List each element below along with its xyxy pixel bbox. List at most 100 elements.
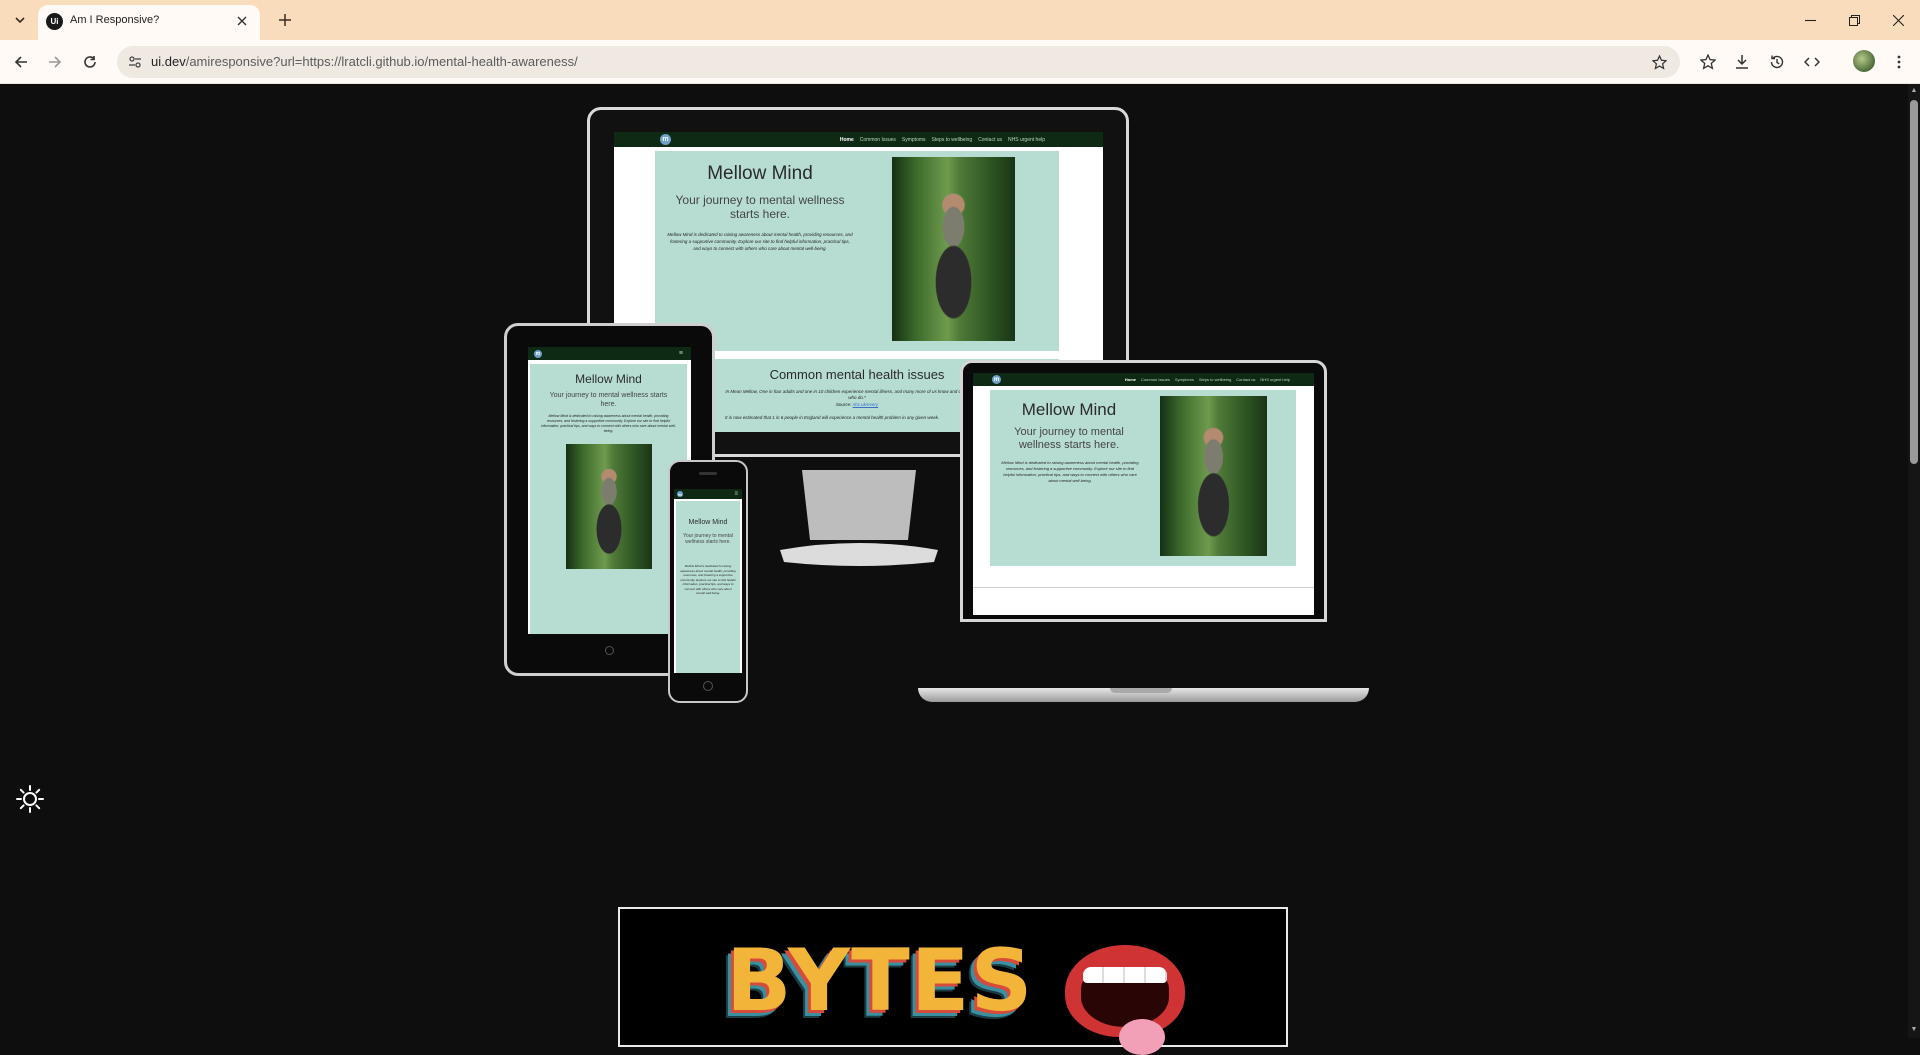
close-icon bbox=[1892, 14, 1904, 26]
arrow-left-icon bbox=[14, 56, 27, 68]
section-source-link[interactable]: nhs.uk/every bbox=[853, 402, 879, 407]
more-vertical-icon bbox=[1897, 55, 1901, 69]
site-hero: Mellow Mind Your journey to mental welln… bbox=[530, 364, 687, 634]
site-hero-intro: Mellow Mind is dedicated to raising awar… bbox=[680, 564, 736, 595]
browser-toolbar: ui.dev/amiresponsive?url=https://lratcli… bbox=[0, 40, 1920, 84]
tab-title: Am I Responsive? bbox=[70, 14, 160, 26]
new-tab-button[interactable] bbox=[272, 7, 298, 33]
page-scrollbar[interactable]: ▲ ▼ bbox=[1908, 84, 1920, 1038]
scroll-up-arrow-icon[interactable]: ▲ bbox=[1910, 87, 1918, 95]
reload-button[interactable] bbox=[76, 48, 104, 76]
section-source: Source: nhs.uk/every bbox=[725, 402, 989, 408]
url-path: /amiresponsive?url=https://lratcli.githu… bbox=[185, 54, 578, 69]
meditation-photo bbox=[1160, 396, 1267, 556]
active-tab[interactable]: Ui Am I Responsive? bbox=[38, 5, 260, 40]
bookmarks-button[interactable] bbox=[1695, 49, 1721, 75]
restore-icon bbox=[1848, 14, 1860, 26]
divider bbox=[973, 587, 1314, 588]
scroll-thumb[interactable] bbox=[1910, 100, 1918, 464]
sun-icon bbox=[16, 785, 44, 813]
laptop-preview: m Home Common Issues Symptoms Steps to w… bbox=[973, 373, 1314, 615]
minimize-icon bbox=[1804, 19, 1816, 21]
nav-link-contact[interactable]: Contact us bbox=[978, 137, 1002, 143]
monitor-stand bbox=[780, 470, 938, 566]
home-button bbox=[703, 681, 713, 691]
phone-speaker bbox=[699, 472, 717, 475]
bookmark-star-button[interactable] bbox=[1648, 51, 1670, 73]
nav-link-steps[interactable]: Steps to wellbeing bbox=[1199, 377, 1231, 382]
site-hero-intro: Mellow Mind is dedicated to raising awar… bbox=[1001, 460, 1139, 483]
minimize-button[interactable] bbox=[1788, 4, 1832, 36]
nav-link-symptoms[interactable]: Symptoms bbox=[1175, 377, 1194, 382]
nav-link-nhs[interactable]: NHS urgent help bbox=[1008, 137, 1045, 143]
theme-toggle-button[interactable] bbox=[14, 783, 46, 815]
site-hero: Mellow Mind Your journey to mental welln… bbox=[990, 390, 1296, 566]
download-icon bbox=[1736, 55, 1748, 69]
site-navbar: m ≡ bbox=[674, 489, 742, 499]
site-logo-icon: m bbox=[660, 134, 671, 145]
site-logo-icon: m bbox=[992, 375, 1001, 384]
site-logo-icon: m bbox=[534, 349, 542, 358]
browser-menu-button[interactable] bbox=[1886, 49, 1912, 75]
hamburger-menu-icon[interactable]: ≡ bbox=[679, 350, 683, 357]
downloads-button[interactable] bbox=[1729, 49, 1755, 75]
meditation-photo bbox=[566, 444, 652, 569]
site-info-button[interactable] bbox=[126, 53, 144, 71]
bytes-logo-text: BYTES bbox=[726, 931, 1034, 1031]
section-text-1: In Mean Mellow, One in four adults and o… bbox=[725, 389, 989, 400]
url-host: ui.dev bbox=[151, 54, 186, 69]
site-hero-tagline: Your journey to mental wellness starts h… bbox=[549, 392, 668, 408]
site-hero-title: Mellow Mind bbox=[1021, 400, 1117, 419]
site-hero-intro: Mellow Mind is dedicated to raising awar… bbox=[540, 414, 676, 433]
star-icon bbox=[1651, 54, 1667, 70]
nav-link-steps[interactable]: Steps to wellbeing bbox=[932, 137, 973, 143]
bytes-newsletter-banner[interactable]: BYTES bbox=[618, 907, 1288, 1055]
back-button[interactable] bbox=[7, 48, 35, 76]
site-hero-intro: Mellow Mind is dedicated to raising awar… bbox=[667, 232, 853, 251]
devtools-button[interactable] bbox=[1799, 49, 1825, 75]
forward-button[interactable] bbox=[41, 48, 69, 76]
reload-icon bbox=[84, 56, 96, 68]
site-navbar: m ≡ bbox=[528, 347, 691, 360]
tab-search-button[interactable] bbox=[8, 8, 32, 32]
url-text: ui.dev/amiresponsive?url=https://lratcli… bbox=[151, 54, 578, 69]
code-icon bbox=[1804, 57, 1820, 67]
nav-link-home[interactable]: Home bbox=[840, 137, 854, 143]
history-button[interactable] bbox=[1764, 49, 1790, 75]
mouth-logo-icon bbox=[1065, 945, 1185, 1055]
site-hero-title: Mellow Mind bbox=[688, 519, 728, 526]
phone-preview: m ≡ Mellow Mind Your journey to mental w… bbox=[674, 489, 742, 673]
site-hero-tagline: Your journey to mental wellness starts h… bbox=[1014, 426, 1124, 451]
meditation-photo bbox=[892, 157, 1015, 341]
scroll-down-arrow-icon[interactable]: ▼ bbox=[1910, 1026, 1918, 1034]
close-window-button[interactable] bbox=[1876, 4, 1920, 36]
site-hero-title: Mellow Mind bbox=[575, 372, 642, 386]
restore-button[interactable] bbox=[1832, 4, 1876, 36]
site-hero-title: Mellow Mind bbox=[707, 163, 813, 184]
site-navbar: m Home Common Issues Symptoms Steps to w… bbox=[973, 373, 1314, 386]
close-icon bbox=[237, 16, 247, 26]
nav-link-common-issues[interactable]: Common Issues bbox=[1141, 377, 1170, 382]
hamburger-menu-icon[interactable]: ≡ bbox=[734, 491, 738, 497]
tab-strip: Ui Am I Responsive? bbox=[0, 0, 1920, 40]
tongue bbox=[1119, 1019, 1165, 1055]
nav-link-contact[interactable]: Contact us bbox=[1236, 377, 1255, 382]
bookmark-star-outline-icon bbox=[1700, 54, 1716, 70]
profile-avatar[interactable] bbox=[1853, 50, 1875, 72]
site-nav-links: Home Common Issues Symptoms Steps to wel… bbox=[1125, 377, 1290, 382]
plus-icon bbox=[279, 14, 291, 26]
nav-link-symptoms[interactable]: Symptoms bbox=[902, 137, 926, 143]
ui-dev-favicon-icon: Ui bbox=[46, 13, 63, 30]
address-bar[interactable]: ui.dev/amiresponsive?url=https://lratcli… bbox=[117, 46, 1680, 78]
laptop-frame: m Home Common Issues Symptoms Steps to w… bbox=[960, 360, 1327, 622]
site-hero-tagline: Your journey to mental wellness starts h… bbox=[683, 533, 733, 545]
nav-link-home[interactable]: Home bbox=[1125, 377, 1136, 382]
site-hero: Mellow Mind Your journey to mental welln… bbox=[655, 151, 1059, 351]
close-tab-button[interactable] bbox=[232, 11, 252, 31]
site-hero-tagline: Your journey to mental wellness starts h… bbox=[675, 193, 845, 221]
nav-link-common-issues[interactable]: Common Issues bbox=[860, 137, 896, 143]
teeth bbox=[1083, 967, 1167, 983]
nav-link-nhs[interactable]: NHS urgent help bbox=[1260, 377, 1290, 382]
site-nav-links: Home Common Issues Symptoms Steps to wel… bbox=[840, 137, 1045, 143]
site-hero: Mellow Mind Your journey to mental welln… bbox=[676, 501, 740, 673]
